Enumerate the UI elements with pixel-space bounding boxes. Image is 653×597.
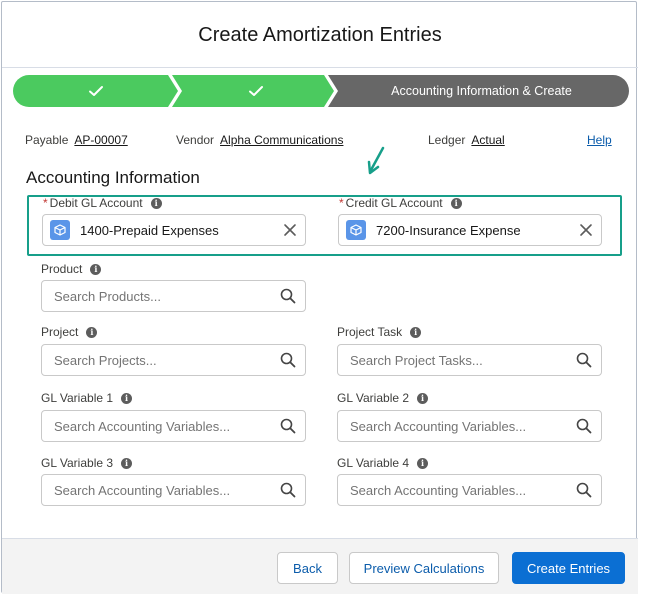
gl-variable-4-placeholder: Search Accounting Variables... — [350, 482, 527, 498]
gl-variable-3-label-text: GL Variable 3 — [41, 456, 114, 470]
gl-variable-2-label: GL Variable 2 i — [337, 391, 429, 405]
gl-variable-2-placeholder: Search Accounting Variables... — [350, 418, 527, 434]
gl-variable-2-label-text: GL Variable 2 — [337, 391, 410, 405]
info-icon[interactable]: i — [450, 197, 462, 209]
search-icon — [280, 352, 296, 368]
search-icon — [576, 482, 592, 498]
project-label: Project i — [41, 325, 98, 339]
search-icon — [280, 482, 296, 498]
product-placeholder: Search Products... — [54, 288, 161, 304]
path-step-2[interactable] — [178, 75, 334, 107]
credit-gl-label-text: Credit GL Account — [345, 196, 443, 210]
gl-variable-1-label: GL Variable 1 i — [41, 391, 133, 405]
debit-gl-label-text: Debit GL Account — [49, 196, 143, 210]
project-search-input[interactable]: Search Projects... — [41, 344, 306, 376]
ledger-label: Ledger — [428, 133, 466, 147]
clear-icon[interactable] — [579, 223, 593, 237]
project-task-placeholder: Search Project Tasks... — [350, 352, 483, 368]
gl-variable-2-search-input[interactable]: Search Accounting Variables... — [337, 410, 602, 442]
product-label: Product i — [41, 262, 102, 276]
credit-gl-value: 7200-Insurance Expense — [376, 222, 521, 238]
ledger-info: Ledger Actual — [428, 133, 505, 147]
modal-footer: Back Preview Calculations Create Entries — [2, 538, 638, 594]
info-icon[interactable]: i — [121, 457, 133, 469]
modal: Create Amortization Entries Accounting I… — [1, 1, 638, 594]
gl-variable-4-label: GL Variable 4 i — [337, 456, 429, 470]
debit-gl-label: * Debit GL Account i — [43, 196, 162, 210]
clear-icon[interactable] — [283, 223, 297, 237]
path-step-1[interactable] — [13, 75, 178, 107]
gl-variable-1-search-input[interactable]: Search Accounting Variables... — [41, 410, 306, 442]
help-link[interactable]: Help — [587, 133, 612, 147]
progress-path: Accounting Information & Create — [13, 75, 629, 107]
payable-link[interactable]: AP-00007 — [74, 133, 127, 147]
vendor-link[interactable]: Alpha Communications — [220, 133, 343, 147]
section-title: Accounting Information — [26, 168, 200, 187]
info-icon[interactable]: i — [417, 457, 429, 469]
credit-gl-label: * Credit GL Account i — [339, 196, 462, 210]
product-label-text: Product — [41, 262, 83, 276]
vendor-label: Vendor — [176, 133, 215, 147]
project-task-search-input[interactable]: Search Project Tasks... — [337, 344, 602, 376]
vendor-info: Vendor Alpha Communications — [176, 133, 343, 147]
gl-variable-1-label-text: GL Variable 1 — [41, 391, 114, 405]
gl-account-object-icon — [346, 220, 366, 240]
info-icon[interactable]: i — [90, 263, 102, 275]
gl-variable-3-placeholder: Search Accounting Variables... — [54, 482, 231, 498]
search-icon — [280, 418, 296, 434]
check-icon — [88, 86, 103, 96]
info-icon[interactable]: i — [410, 326, 422, 338]
info-icon[interactable]: i — [417, 392, 429, 404]
check-icon — [249, 86, 263, 96]
search-icon — [576, 352, 592, 368]
info-icon[interactable]: i — [150, 197, 162, 209]
create-entries-button[interactable]: Create Entries — [512, 552, 625, 584]
payable-label: Payable — [25, 133, 69, 147]
path-step-label: Accounting Information & Create — [391, 84, 572, 98]
credit-gl-lookup[interactable]: 7200-Insurance Expense — [338, 214, 602, 246]
gl-variable-1-placeholder: Search Accounting Variables... — [54, 418, 231, 434]
info-icon[interactable]: i — [86, 326, 98, 338]
ledger-link[interactable]: Actual — [471, 133, 504, 147]
gl-account-object-icon — [50, 220, 70, 240]
info-icon[interactable]: i — [121, 392, 133, 404]
project-task-label-text: Project Task — [337, 325, 403, 339]
gl-variable-3-search-input[interactable]: Search Accounting Variables... — [41, 474, 306, 506]
product-search-input[interactable]: Search Products... — [41, 280, 306, 312]
payable-info: Payable AP-00007 — [25, 133, 128, 147]
project-label-text: Project — [41, 325, 79, 339]
back-button[interactable]: Back — [277, 552, 338, 584]
search-icon — [280, 288, 296, 304]
required-marker: * — [43, 196, 48, 210]
gl-variable-3-label: GL Variable 3 i — [41, 456, 133, 470]
debit-gl-lookup[interactable]: 1400-Prepaid Expenses — [42, 214, 306, 246]
modal-title: Create Amortization Entries — [2, 2, 638, 68]
project-task-label: Project Task i — [337, 325, 422, 339]
path-step-3[interactable]: Accounting Information & Create — [334, 75, 629, 107]
gl-variable-4-label-text: GL Variable 4 — [337, 456, 410, 470]
gl-variable-4-search-input[interactable]: Search Accounting Variables... — [337, 474, 602, 506]
search-icon — [576, 418, 592, 434]
required-marker: * — [339, 196, 344, 210]
project-placeholder: Search Projects... — [54, 352, 157, 368]
preview-calculations-button[interactable]: Preview Calculations — [349, 552, 499, 584]
annotation-arrow-icon — [367, 146, 385, 175]
debit-gl-value: 1400-Prepaid Expenses — [80, 222, 219, 238]
